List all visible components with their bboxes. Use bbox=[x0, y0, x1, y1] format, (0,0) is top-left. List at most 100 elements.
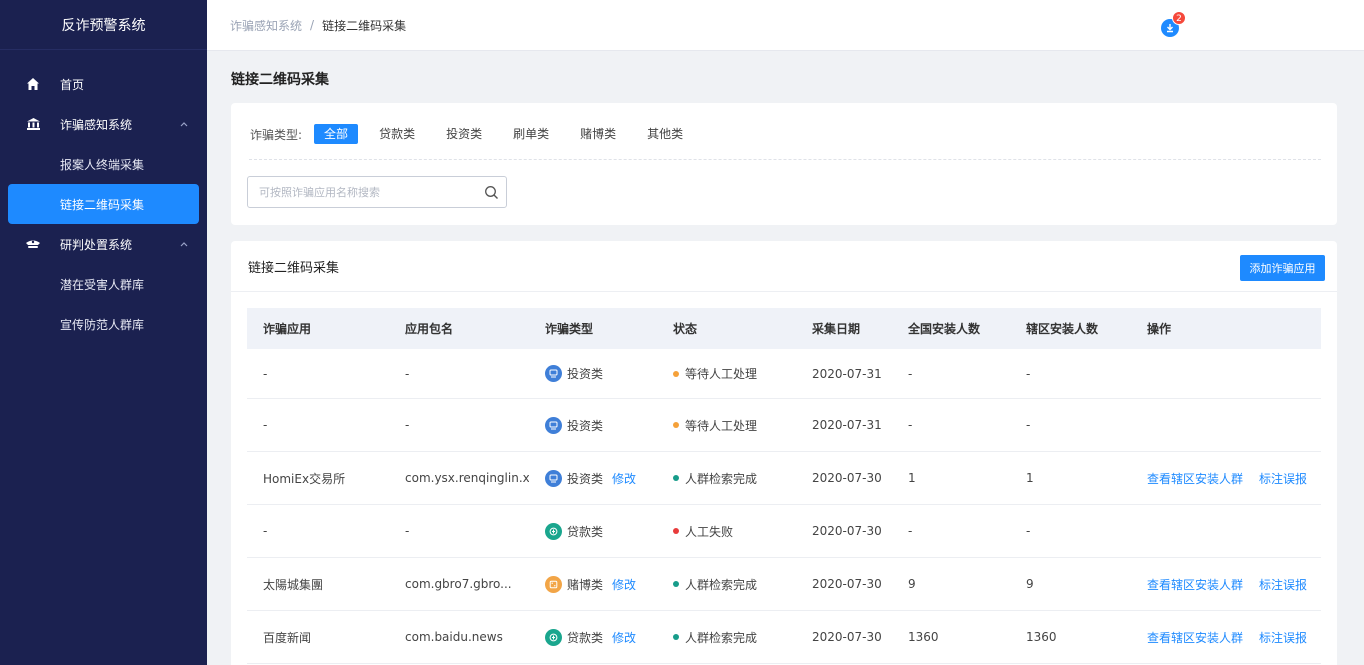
sidebar-item-label: 诈骗感知系统 bbox=[60, 117, 133, 132]
loan-icon bbox=[545, 628, 562, 646]
cell-fraud-type: 贷款类 bbox=[529, 522, 657, 540]
cell-date: 2020-07-31 bbox=[812, 418, 882, 432]
status-label: 人群检索完成 bbox=[685, 577, 758, 592]
cell-national-installs: - bbox=[908, 366, 913, 381]
cell-status: 人群检索完成 bbox=[657, 576, 796, 593]
cell-fraud-type: 投资类 bbox=[529, 416, 657, 434]
table-body: - - 投资类 等待人工处理 2020-07-31- - - - 投资类 等待人工处理 2020-0… bbox=[247, 349, 1321, 664]
column-header: 诈骗类型 bbox=[545, 322, 594, 336]
status-label: 等待人工处理 bbox=[685, 367, 758, 381]
cell-app-name: - bbox=[263, 366, 268, 381]
table-row: 百度新闻 com.baidu.news 贷款类 修改 人群检索完成 2020-07-30 1… bbox=[247, 611, 1321, 664]
filter-option-brushing[interactable]: 刷单类 bbox=[503, 124, 559, 144]
cell-package: - bbox=[405, 366, 410, 381]
cell-app-name: - bbox=[263, 524, 268, 538]
fraud-type-label: 投资类 bbox=[567, 471, 604, 486]
view-regional-crowd-link[interactable]: 查看辖区安装人群 bbox=[1147, 472, 1243, 486]
fraud-type-label: 投资类 bbox=[567, 367, 604, 381]
search-input[interactable] bbox=[248, 185, 476, 199]
sidebar-menu: 首页 诈骗感知系统 报案人终端采集 链接二维码采集 研判处置系统 潜在受害人群库… bbox=[0, 50, 207, 344]
status-dot bbox=[673, 528, 679, 534]
cell-date: 2020-07-30 bbox=[812, 471, 882, 485]
column-header: 辖区安装人数 bbox=[1026, 322, 1099, 336]
column-header: 状态 bbox=[673, 322, 698, 336]
status-dot bbox=[673, 581, 679, 587]
edit-link[interactable]: 修改 bbox=[612, 629, 636, 646]
table-row: 太陽城集團 com.gbro7.gbro... 赌博类 修改 人群检索完成 2020-07… bbox=[247, 558, 1321, 611]
filter-option-other[interactable]: 其他类 bbox=[637, 124, 693, 144]
cell-actions: 查看辖区安装人群 标注误报 bbox=[1131, 629, 1321, 646]
fraud-type-label: 诈骗类型: bbox=[250, 127, 303, 142]
sidebar-item-label: 研判处置系统 bbox=[60, 237, 133, 252]
mark-false-report-link[interactable]: 标注误报 bbox=[1259, 472, 1307, 486]
cell-actions: 查看辖区安装人群 标注误报 bbox=[1131, 576, 1321, 593]
status-dot bbox=[673, 422, 679, 428]
sidebar-item-label: 首页 bbox=[60, 77, 85, 92]
notification-button[interactable]: 2 bbox=[1161, 11, 1186, 38]
investment-icon bbox=[545, 469, 562, 487]
data-table: 诈骗应用 应用包名 诈骗类型 状态 采集日期 全国安装人数 辖区安装人数 操作 … bbox=[247, 308, 1321, 664]
filter-option-loan[interactable]: 贷款类 bbox=[369, 124, 425, 144]
cell-date: 2020-07-30 bbox=[812, 630, 882, 644]
sidebar-subitem-reporter-terminal[interactable]: 报案人终端采集 bbox=[0, 144, 207, 184]
sidebar-item-fraud-perception[interactable]: 诈骗感知系统 bbox=[0, 104, 207, 144]
search-box bbox=[247, 176, 507, 208]
cell-national-installs: 9 bbox=[908, 577, 916, 591]
sidebar: 反诈预警系统 首页 诈骗感知系统 报案人终端采集 链接二维码采集 研判处置系统 bbox=[0, 0, 207, 665]
table-row: - - 贷款类 人工失败 2020-07-30 - - bbox=[247, 505, 1321, 558]
filter-option-investment[interactable]: 投资类 bbox=[436, 124, 492, 144]
column-header: 全国安装人数 bbox=[908, 322, 981, 336]
view-regional-crowd-link[interactable]: 查看辖区安装人群 bbox=[1147, 631, 1243, 645]
mark-false-report-link[interactable]: 标注误报 bbox=[1259, 631, 1307, 645]
edit-link[interactable]: 修改 bbox=[612, 576, 636, 593]
fraud-type-filter: 诈骗类型: 全部 贷款类 投资类 刷单类 赌博类 其他类 bbox=[250, 124, 704, 144]
police-cap-icon bbox=[24, 235, 42, 253]
column-header: 诈骗应用 bbox=[263, 322, 312, 336]
status-label: 等待人工处理 bbox=[685, 418, 758, 433]
cell-regional-installs: - bbox=[1026, 366, 1031, 381]
chevron-up-icon bbox=[179, 238, 189, 248]
app-title: 反诈预警系统 bbox=[0, 0, 207, 50]
filter-option-all[interactable]: 全部 bbox=[314, 124, 359, 144]
cell-regional-installs: - bbox=[1026, 418, 1031, 432]
cell-national-installs: - bbox=[908, 524, 913, 538]
chevron-up-icon bbox=[179, 118, 189, 128]
cell-date: 2020-07-30 bbox=[812, 524, 882, 538]
cell-regional-installs: 1360 bbox=[1026, 630, 1057, 644]
cell-actions: 查看辖区安装人群 标注误报 bbox=[1131, 470, 1321, 487]
fraud-type-label: 贷款类 bbox=[567, 630, 604, 645]
cell-regional-installs: - bbox=[1026, 524, 1031, 538]
sidebar-item-home[interactable]: 首页 bbox=[0, 64, 207, 104]
sidebar-subitem-potential-victims[interactable]: 潜在受害人群库 bbox=[0, 264, 207, 304]
fraud-type-label: 投资类 bbox=[567, 418, 604, 433]
filter-card: 诈骗类型: 全部 贷款类 投资类 刷单类 赌博类 其他类 bbox=[231, 103, 1337, 225]
cell-status: 人群检索完成 bbox=[657, 629, 796, 646]
cell-app-name: 百度新闻 bbox=[263, 630, 312, 645]
bank-icon bbox=[24, 115, 42, 133]
filter-option-gambling[interactable]: 赌博类 bbox=[570, 124, 626, 144]
add-fraud-app-button[interactable]: 添加诈骗应用 bbox=[1240, 255, 1325, 281]
status-label: 人群检索完成 bbox=[685, 630, 758, 645]
cell-fraud-type: 投资类 bbox=[529, 365, 657, 382]
cell-regional-installs: 1 bbox=[1026, 471, 1034, 485]
sidebar-item-judgment-disposal[interactable]: 研判处置系统 bbox=[0, 224, 207, 264]
column-header: 应用包名 bbox=[405, 322, 454, 336]
cell-regional-installs: 9 bbox=[1026, 577, 1034, 591]
top-header: 诈骗感知系统 / 链接二维码采集 2 bbox=[207, 0, 1364, 51]
sidebar-subitem-prevention-crowd[interactable]: 宣传防范人群库 bbox=[0, 304, 207, 344]
mark-false-report-link[interactable]: 标注误报 bbox=[1259, 578, 1307, 592]
edit-link[interactable]: 修改 bbox=[612, 470, 636, 487]
cell-fraud-type: 贷款类 修改 bbox=[529, 628, 657, 646]
table-row: - - 投资类 等待人工处理 2020-07-31 - - bbox=[247, 399, 1321, 452]
sidebar-subitem-link-qrcode[interactable]: 链接二维码采集 bbox=[8, 184, 199, 224]
table-header: 诈骗应用 应用包名 诈骗类型 状态 采集日期 全国安装人数 辖区安装人数 操作 bbox=[247, 308, 1321, 349]
page-title: 链接二维码采集 bbox=[231, 72, 329, 88]
table-title: 链接二维码采集 bbox=[248, 260, 340, 276]
cell-fraud-type: 赌博类 修改 bbox=[529, 575, 657, 593]
cell-package: com.ysx.renqinglin.xzi... bbox=[405, 471, 529, 485]
cell-status: 等待人工处理 bbox=[657, 417, 796, 434]
search-icon[interactable] bbox=[476, 177, 506, 207]
breadcrumb-separator: / bbox=[310, 18, 315, 32]
view-regional-crowd-link[interactable]: 查看辖区安装人群 bbox=[1147, 578, 1243, 592]
breadcrumb-item[interactable]: 诈骗感知系统 bbox=[230, 17, 302, 34]
